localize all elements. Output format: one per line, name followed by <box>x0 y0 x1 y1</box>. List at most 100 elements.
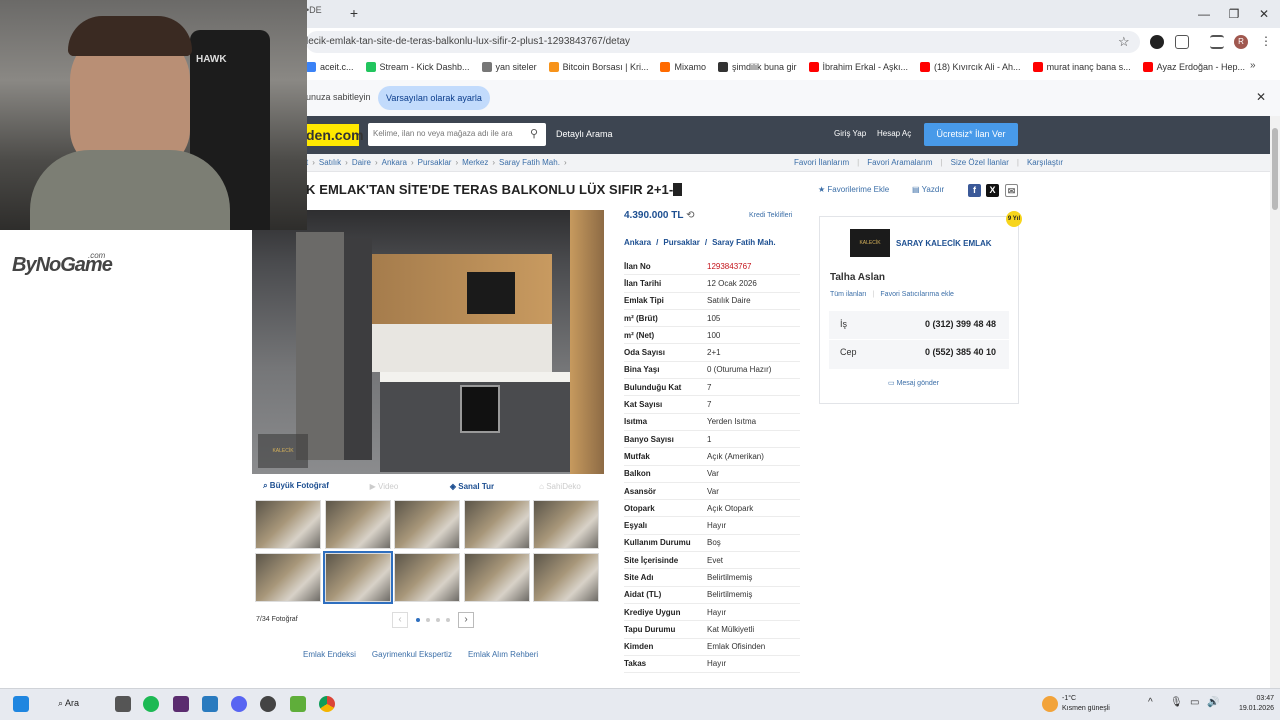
location-link[interactable]: Ankara <box>624 238 651 247</box>
close-icon[interactable]: ✕ <box>1256 90 1266 104</box>
set-default-button[interactable]: Varsayılan olarak ayarla <box>378 86 490 110</box>
footer-link[interactable]: Emlak Endeksi <box>303 650 356 659</box>
shortcut-link[interactable]: Favori İlanlarım <box>794 158 849 167</box>
chrome-icon[interactable] <box>319 696 335 712</box>
breadcrumb-item[interactable]: Satılık <box>319 158 341 167</box>
shortcut-link[interactable]: Favori Aramalarım <box>867 158 932 167</box>
volume-icon[interactable]: 🔊 <box>1207 697 1219 708</box>
search-icon[interactable]: ⚲ <box>524 124 544 144</box>
bookmark-item[interactable]: Stream - Kick Dashb... <box>365 62 470 72</box>
start-icon[interactable] <box>13 696 29 712</box>
print-link[interactable]: ▤ Yazdır <box>912 185 944 194</box>
detail-key: Banyo Sayısı <box>624 434 674 444</box>
profile-avatar[interactable]: R <box>1234 35 1248 49</box>
spotify-icon[interactable] <box>143 696 159 712</box>
bookmark-item[interactable]: yan siteler <box>481 62 537 72</box>
credit-offers-link[interactable]: Kredi Teklifleri <box>749 212 792 219</box>
next-page-icon[interactable]: › <box>458 612 474 628</box>
prev-page-icon[interactable]: ‹ <box>392 612 408 628</box>
bookmark-item[interactable]: (18) Kıvırcık Ali - Ah... <box>920 62 1021 72</box>
shortcut-link[interactable]: Karşılaştır <box>1027 158 1063 167</box>
post-ad-button[interactable]: Ücretsiz* İlan Ver <box>924 123 1018 146</box>
login-link[interactable]: Giriş Yap <box>834 129 866 138</box>
breadcrumb-item[interactable]: Pursaklar <box>418 158 452 167</box>
store-logo[interactable]: KALECİK <box>850 229 890 257</box>
photo-thumbnail[interactable] <box>533 500 599 549</box>
main-listing-photo[interactable]: KALECİK <box>252 210 604 474</box>
app-green-icon[interactable] <box>290 696 306 712</box>
footer-link[interactable]: Emlak Alım Rehberi <box>468 650 538 659</box>
x-share-icon[interactable]: X <box>986 184 999 197</box>
page-dot-active[interactable] <box>416 618 420 622</box>
breadcrumb-item[interactable]: Daire <box>352 158 371 167</box>
advanced-search-link[interactable]: Detaylı Arama <box>556 129 613 139</box>
clock[interactable]: 03:47 <box>1230 695 1274 702</box>
email-share-icon[interactable]: ✉ <box>1005 184 1018 197</box>
cell-phone[interactable]: 0 (552) 385 40 10 <box>925 347 996 357</box>
app-icon[interactable] <box>202 696 218 712</box>
more-bookmarks-icon[interactable]: » <box>1250 60 1256 71</box>
history-icon[interactable]: ⟲ <box>686 210 694 221</box>
close-window-icon[interactable]: ✕ <box>1254 6 1274 22</box>
photo-thumbnail[interactable] <box>394 500 460 549</box>
site-logo[interactable]: den.com <box>306 124 364 146</box>
photo-thumbnail[interactable] <box>463 553 530 602</box>
virtual-tour-tab[interactable]: ◈ Sanal Tur <box>428 482 516 491</box>
page-dot[interactable] <box>446 618 450 622</box>
url-text[interactable]: lecik-emlak-tan-site-de-teras-balkonlu-l… <box>306 36 866 50</box>
register-link[interactable]: Hesap Aç <box>877 129 911 138</box>
page-dot[interactable] <box>436 618 440 622</box>
new-tab-button[interactable]: + <box>346 6 362 22</box>
microphone-icon[interactable]: 🎙 <box>1170 697 1183 708</box>
obs-icon[interactable] <box>260 696 276 712</box>
bookmark-item[interactable]: İbrahim Erkal - Aşkı... <box>808 62 908 72</box>
puzzle-icon[interactable] <box>1175 35 1189 49</box>
breadcrumb-item[interactable]: Ankara <box>382 158 407 167</box>
big-photo-tab[interactable]: ⌕ Büyük Fotoğraf <box>252 481 340 491</box>
bookmark-item[interactable]: şimdilik buna gir <box>717 62 797 72</box>
page-dot[interactable] <box>426 618 430 622</box>
all-ads-link[interactable]: Tüm ilanları <box>830 291 867 298</box>
bookmark-item[interactable]: Mixamo <box>660 62 706 72</box>
media-icon[interactable] <box>1210 35 1224 49</box>
discord-icon[interactable] <box>231 696 247 712</box>
photo-thumbnail[interactable] <box>255 553 321 602</box>
taskbar-search[interactable]: ⌕ Ara <box>58 698 79 709</box>
shortcut-link[interactable]: Size Özel İlanlar <box>951 158 1009 167</box>
facebook-share-icon[interactable]: f <box>968 184 981 197</box>
minimize-icon[interactable]: — <box>1194 6 1214 22</box>
file-explorer-icon[interactable] <box>115 696 131 712</box>
date[interactable]: 19.01.2026 <box>1226 705 1274 712</box>
footer-link[interactable]: Gayrimenkul Ekspertiz <box>372 650 452 659</box>
send-message-link[interactable]: ▭ Mesaj gönder <box>888 379 939 387</box>
photo-thumbnail[interactable] <box>394 553 460 602</box>
browser-tab[interactable]: •DE <box>306 5 336 22</box>
bookmark-item[interactable]: Ayaz Erdoğan - Hep... <box>1142 62 1245 72</box>
breadcrumb-item[interactable]: Saray Fatih Mah. <box>499 158 560 167</box>
add-favorite-link[interactable]: ★ Favorilerime Ekle <box>818 185 889 194</box>
extension-icon[interactable] <box>1150 35 1164 49</box>
photo-thumbnail[interactable] <box>463 500 530 549</box>
location-link[interactable]: Pursaklar <box>663 238 699 247</box>
location-link[interactable]: Saray Fatih Mah. <box>712 238 776 247</box>
bookmark-star-icon[interactable]: ☆ <box>1118 34 1130 50</box>
weather-icon <box>1042 696 1058 712</box>
network-icon[interactable]: ▭ <box>1190 697 1199 708</box>
bookmark-favicon-icon <box>365 62 376 72</box>
photo-thumbnail[interactable] <box>324 500 391 549</box>
store-name[interactable]: SARAY KALECİK EMLAK <box>896 239 992 248</box>
photo-thumbnail[interactable] <box>255 500 321 549</box>
kick-icon[interactable] <box>173 696 189 712</box>
maximize-icon[interactable]: ❐ <box>1224 6 1244 22</box>
scrollbar-thumb[interactable] <box>1272 128 1278 210</box>
photo-thumbnail[interactable] <box>322 551 393 604</box>
breadcrumb-item[interactable]: Merkez <box>462 158 488 167</box>
bookmark-item[interactable]: Bitcoin Borsası | Kri... <box>548 62 648 72</box>
bookmark-item[interactable]: murat inanç bana s... <box>1032 62 1131 72</box>
work-phone[interactable]: 0 (312) 399 48 48 <box>925 319 996 329</box>
add-favorite-seller-link[interactable]: Favori Satıcılarıma ekle <box>880 291 954 298</box>
menu-icon[interactable]: ⋮ <box>1260 34 1272 48</box>
bookmark-item[interactable]: aceit.c... <box>306 62 354 72</box>
tray-chevron-icon[interactable]: ^ <box>1148 697 1153 708</box>
photo-thumbnail[interactable] <box>533 553 599 602</box>
